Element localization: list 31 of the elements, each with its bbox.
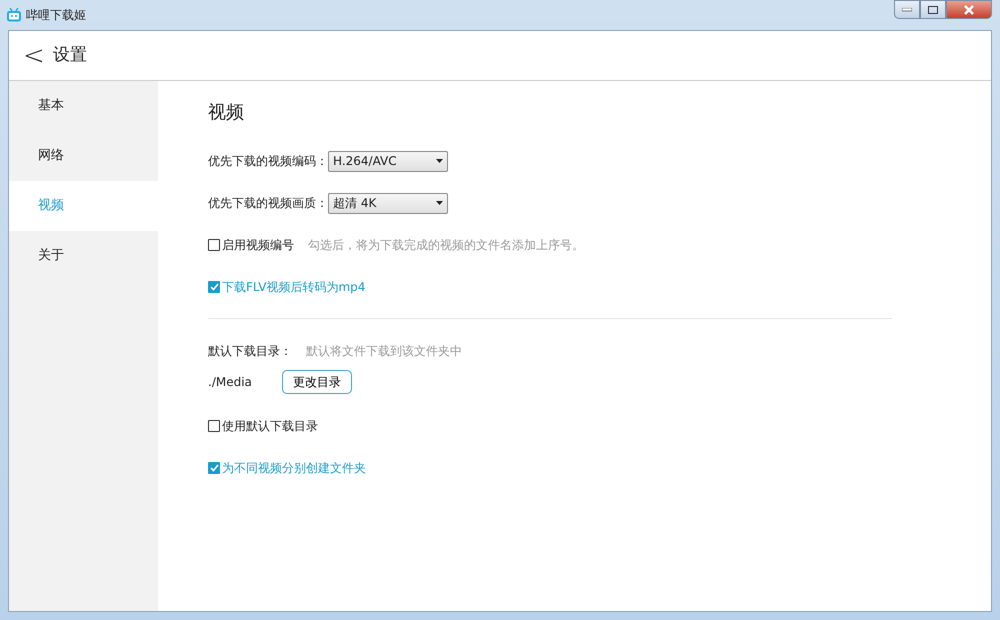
app-logo-icon	[6, 8, 22, 22]
sidebar-item[interactable]: 网络	[9, 131, 158, 181]
checkbox[interactable]	[208, 420, 220, 432]
minimize-icon	[902, 8, 912, 12]
hint-text: 勾选后，将为下载完成的视频的文件名添加上序号。	[308, 237, 584, 254]
field-label: 优先下载的视频编码：	[208, 153, 328, 170]
checkbox-label[interactable]: 使用默认下载目录	[222, 417, 318, 435]
window-title: 哔哩下载姬	[26, 7, 86, 24]
back-button[interactable]: <	[23, 42, 45, 68]
directory-path: ./Media	[208, 374, 252, 391]
sidebar-item[interactable]: 基本	[9, 81, 158, 131]
checkbox-label[interactable]: 启用视频编号	[222, 236, 294, 254]
minimize-button[interactable]	[894, 0, 920, 19]
field-label: 默认下载目录：	[208, 343, 292, 360]
caret-icon	[436, 159, 443, 163]
dropdown[interactable]: 超清 4K	[328, 192, 448, 214]
section-title: 视频	[208, 101, 245, 125]
page-title: 设置	[52, 44, 87, 67]
change-directory-button[interactable]: 更改目录	[282, 370, 352, 394]
checkbox[interactable]	[208, 462, 220, 474]
hint-text: 默认将文件下载到该文件夹中	[306, 343, 462, 360]
dropdown[interactable]: H.264/AVC	[328, 150, 448, 172]
checkbox[interactable]	[208, 239, 220, 251]
sidebar-item[interactable]: 关于	[9, 231, 158, 281]
maximize-icon	[928, 6, 938, 14]
maximize-button[interactable]	[920, 0, 946, 19]
close-button[interactable]	[946, 0, 992, 19]
close-icon	[963, 4, 975, 14]
field-label: 优先下载的视频画质：	[208, 195, 328, 212]
checkbox[interactable]	[208, 281, 220, 293]
caret-icon	[436, 201, 443, 205]
